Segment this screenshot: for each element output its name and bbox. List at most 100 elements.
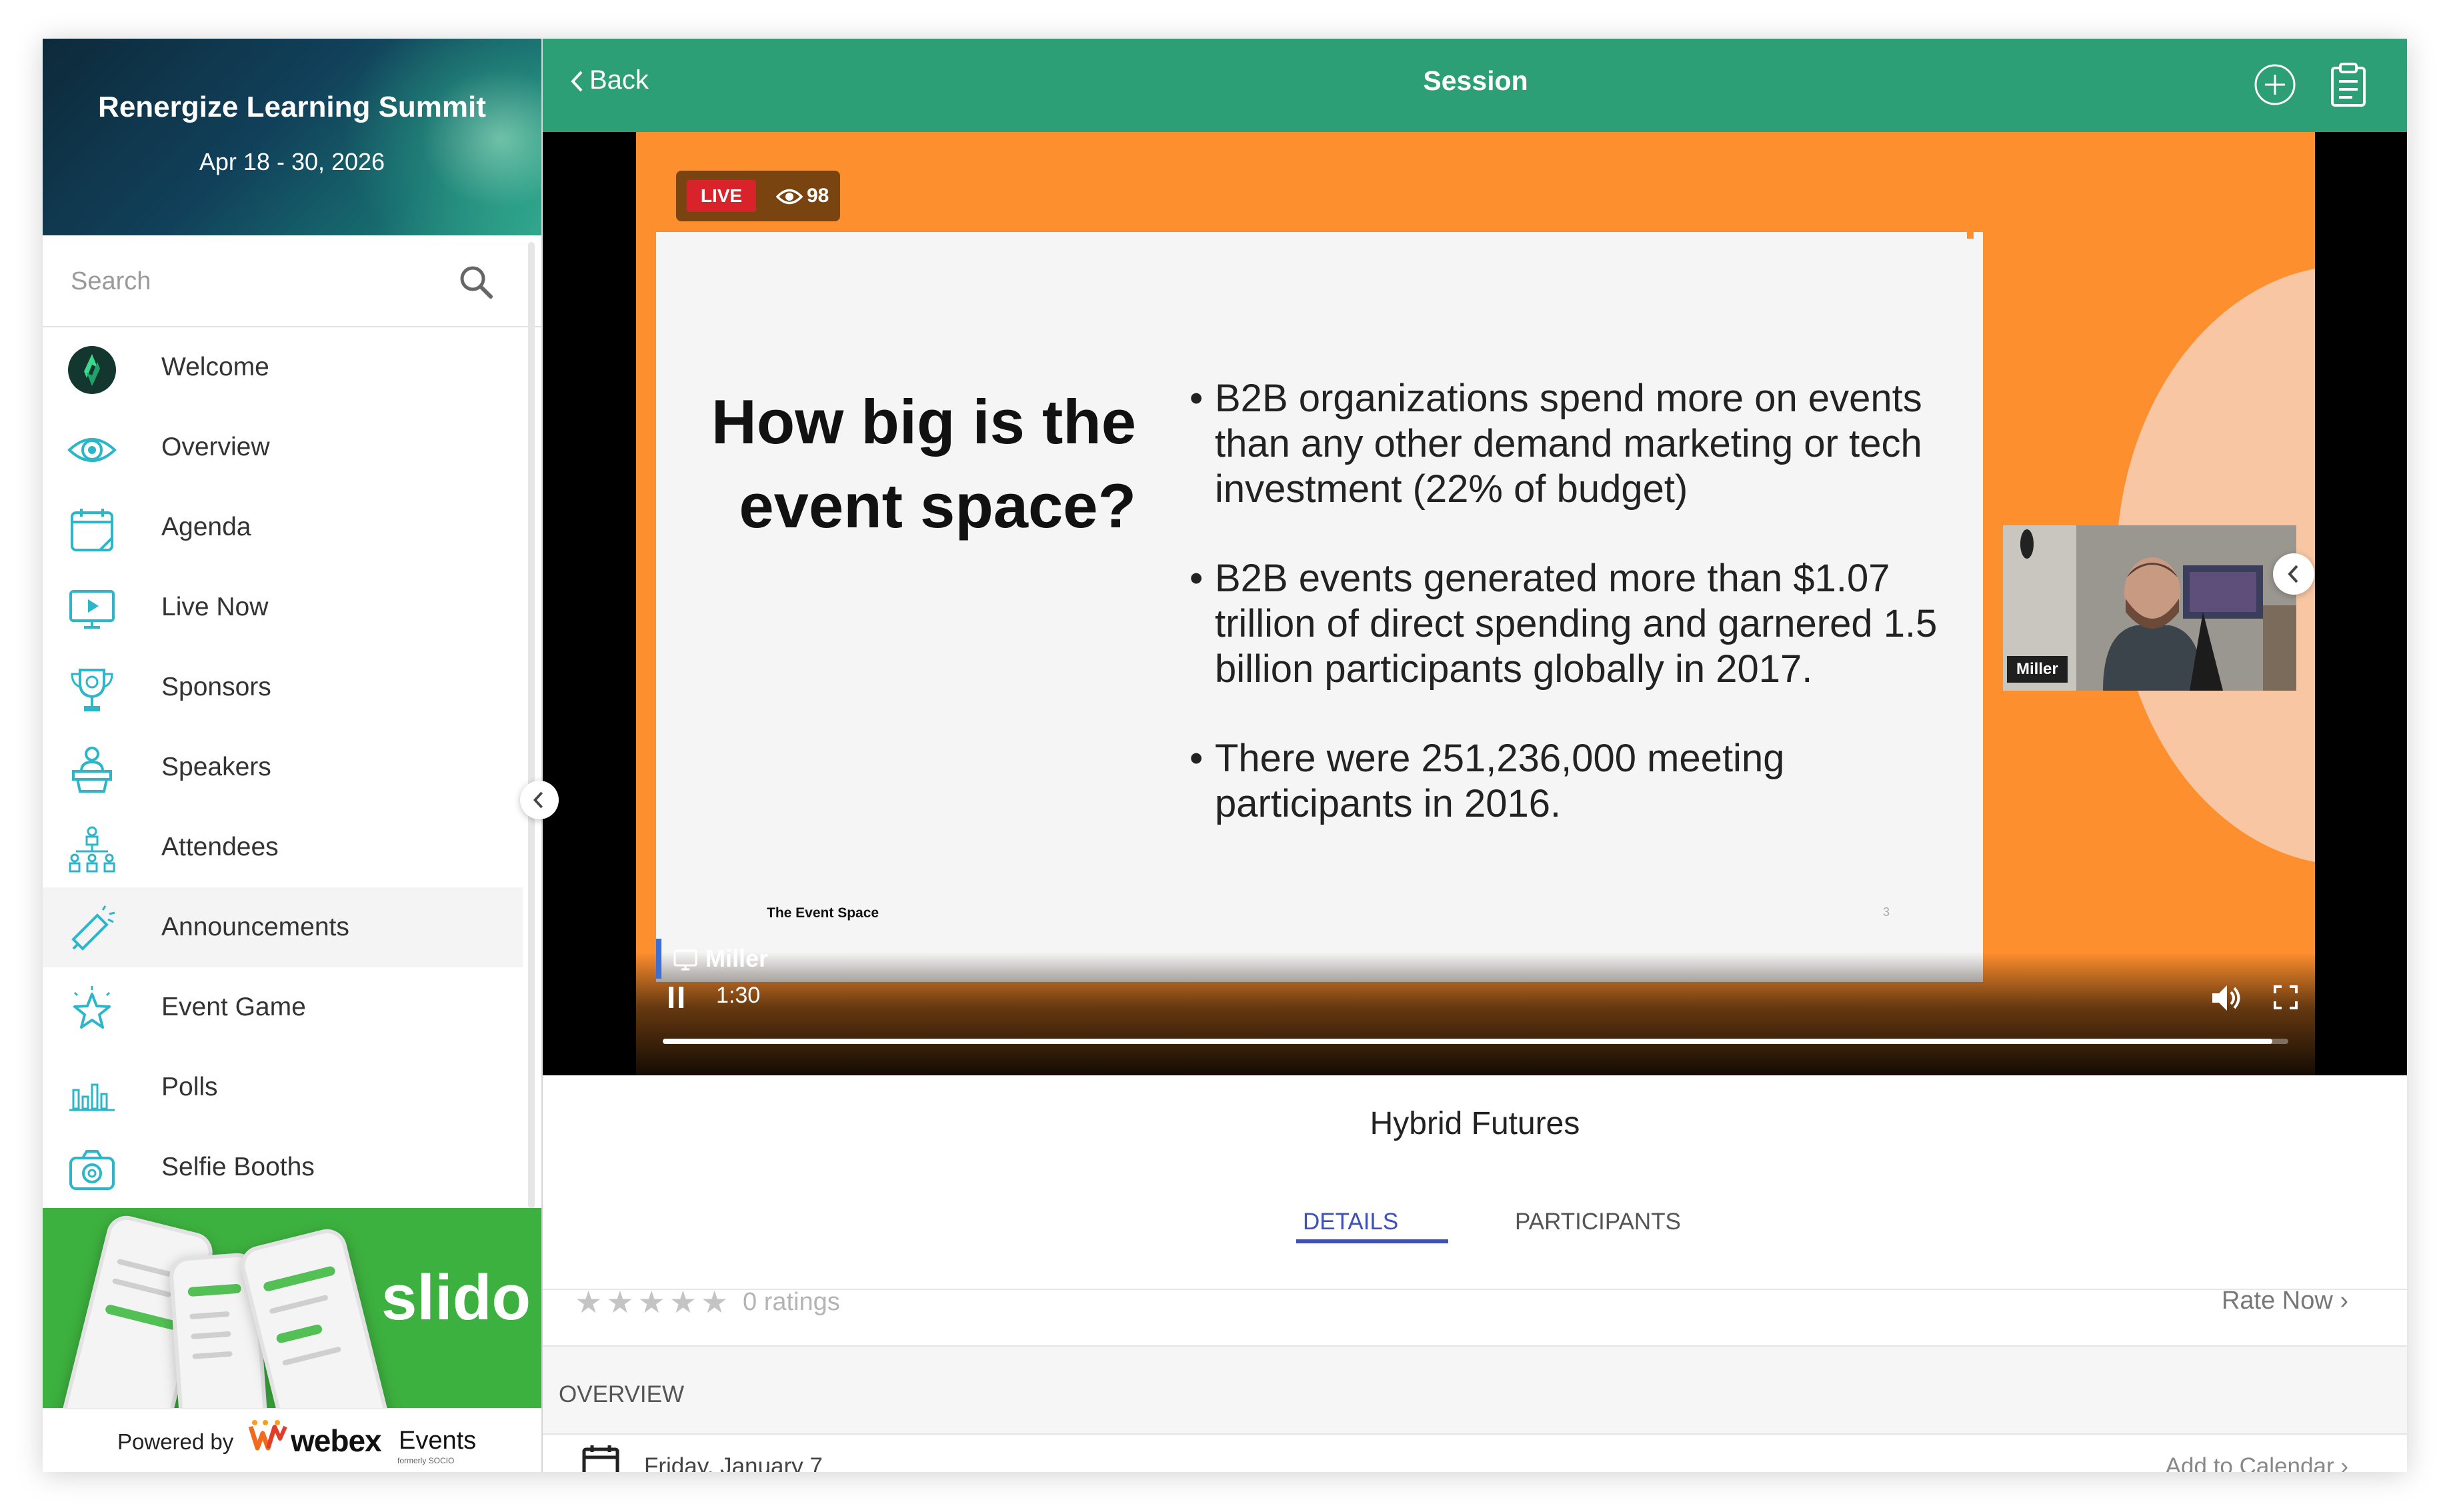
sidebar-item-label: Overview (161, 433, 270, 461)
sidebar-item-label: Speakers (161, 753, 271, 781)
calendar-icon (71, 509, 113, 551)
tab-participants[interactable]: PARTICIPANTS (1515, 1209, 1681, 1235)
star-icon: ★ (575, 1285, 603, 1319)
add-circle-icon[interactable] (2253, 63, 2297, 107)
rating-row: ★ ★ ★ ★ ★ 0 ratings Rate Now › (543, 1251, 2407, 1347)
sidebar-item-speakers[interactable]: Speakers (43, 727, 523, 807)
slide-bullet: B2B events generated more than $1.07 tri… (1189, 556, 1943, 692)
star-icon: ★ (669, 1285, 697, 1319)
live-badge: LIVE 98 (676, 171, 840, 221)
bar-chart-icon (69, 1083, 115, 1111)
sidebar-item-announcements[interactable]: Announcements (43, 887, 523, 967)
chevron-right-icon: › (2340, 1287, 2348, 1315)
megaphone-icon (71, 905, 115, 951)
sidebar-item-label: Welcome (161, 353, 269, 381)
pause-icon[interactable] (666, 985, 686, 1009)
sidebar-item-selfie-booths[interactable]: Selfie Booths (43, 1127, 523, 1207)
webex-brand-text: webex (291, 1423, 382, 1458)
slido-promo-banner[interactable]: slido (43, 1208, 541, 1408)
sidebar: Renergize Learning Summit Apr 18 - 30, 2… (43, 39, 541, 1472)
sidebar-item-welcome[interactable]: Welcome (43, 327, 523, 407)
live-label: LIVE (687, 180, 756, 212)
powered-by-label: Powered by (117, 1429, 234, 1454)
search-icon[interactable] (457, 263, 495, 301)
playback-progress-bar[interactable] (663, 1039, 2288, 1044)
presenter-name: Miller (705, 945, 769, 972)
overview-section-header: OVERVIEW (543, 1347, 2407, 1435)
banner-swoosh-graphic (341, 39, 541, 235)
chevron-left-icon (533, 791, 543, 809)
notes-clipboard-icon[interactable] (2330, 61, 2367, 108)
slide-corner-mark (1967, 232, 1974, 239)
playback-time: 1:30 (716, 983, 761, 1008)
rate-now-label: Rate Now (2221, 1287, 2333, 1315)
star-icon: ★ (637, 1285, 665, 1319)
star-icon (73, 986, 111, 1029)
video-player[interactable]: How big is the event space? B2B organiza… (543, 132, 2407, 1075)
screen-share-icon (673, 949, 697, 971)
webex-logo-icon (248, 1420, 287, 1451)
speaker-camera-feed: Miller (2003, 525, 2296, 691)
ratings-count: 0 ratings (743, 1288, 840, 1316)
sidebar-scrollbar[interactable] (528, 242, 535, 1209)
slido-logo-text: slido (381, 1262, 531, 1333)
presenter-label: Miller (656, 939, 768, 979)
formerly-socio-text: formerly SOCIO (397, 1456, 455, 1465)
event-title: Renergize Learning Summit (98, 91, 486, 123)
event-dates: Apr 18 - 30, 2026 (199, 148, 385, 175)
camera-icon (69, 1150, 115, 1190)
presentation-slide: How big is the event space? B2B organiza… (656, 232, 1983, 982)
sidebar-item-event-game[interactable]: Event Game (43, 967, 523, 1047)
eye-icon (775, 189, 803, 205)
page-title: Session (1423, 65, 1528, 96)
sidebar-item-agenda[interactable]: Agenda (43, 487, 523, 567)
sidebar-item-label: Sponsors (161, 673, 271, 701)
search-bar (43, 235, 541, 327)
volume-icon[interactable] (2210, 983, 2243, 1013)
monitor-play-icon (69, 590, 115, 629)
rating-stars[interactable]: ★ ★ ★ ★ ★ (575, 1284, 732, 1320)
add-to-calendar-label: Add to Calendar (2165, 1453, 2334, 1472)
event-banner: Renergize Learning Summit Apr 18 - 30, 2… (43, 39, 541, 235)
player-controls-overlay (636, 952, 2315, 1075)
fullscreen-icon[interactable] (2272, 984, 2299, 1011)
sidebar-item-label: Agenda (161, 513, 251, 541)
sidebar-item-label: Selfie Booths (161, 1153, 315, 1181)
sidebar-item-label: Announcements (161, 913, 349, 941)
sidebar-item-attendees[interactable]: Attendees (43, 807, 523, 887)
sidebar-nav: Welcome Overview Agenda Live Now Sponsor… (43, 327, 523, 1207)
session-date: Friday, January 7 (644, 1453, 823, 1472)
collapse-panel-button[interactable] (2273, 553, 2314, 595)
slide-footer: The Event Space (767, 905, 879, 921)
sidebar-item-polls[interactable]: Polls (43, 1047, 523, 1127)
header-bar: Back Session (543, 39, 2407, 132)
sidebar-item-sponsors[interactable]: Sponsors (43, 647, 523, 727)
search-input[interactable] (69, 259, 445, 303)
sidebar-item-label: Event Game (161, 993, 306, 1021)
slide-bullet: B2B organizations spend more on events t… (1189, 376, 1943, 512)
speaker-podium-icon (72, 747, 112, 793)
playback-progress-fill (663, 1039, 2272, 1044)
chevron-left-icon (2288, 565, 2298, 583)
collapse-sidebar-button[interactable] (520, 781, 559, 819)
rate-now-link[interactable]: Rate Now › (2222, 1287, 2348, 1315)
sidebar-item-overview[interactable]: Overview (43, 407, 523, 487)
eye-icon (67, 438, 117, 462)
viewer-count-value: 98 (807, 185, 829, 207)
add-to-calendar-link[interactable]: Add to Calendar › (2166, 1453, 2348, 1472)
sidebar-item-live-now[interactable]: Live Now (43, 567, 523, 647)
camera-name-tag: Miller (2007, 656, 2068, 683)
people-network-icon (69, 826, 115, 873)
active-tab-indicator (1296, 1239, 1448, 1243)
video-stage: How big is the event space? B2B organiza… (636, 132, 2315, 1075)
events-brand-text: Events (399, 1427, 477, 1455)
slide-page-number: 3 (1883, 905, 1890, 919)
session-panel: Back Session How big is the event space?… (541, 39, 2407, 1472)
slide-question: How big is the event space? (711, 387, 1136, 541)
slide-bullet: There were 251,236,000 meeting participa… (1189, 736, 1943, 827)
welcome-logo-icon (68, 346, 116, 394)
tab-details[interactable]: DETAILS (1303, 1209, 1398, 1235)
viewer-count: 98 (775, 180, 829, 212)
star-icon: ★ (701, 1285, 729, 1319)
sidebar-item-label: Polls (161, 1073, 218, 1101)
